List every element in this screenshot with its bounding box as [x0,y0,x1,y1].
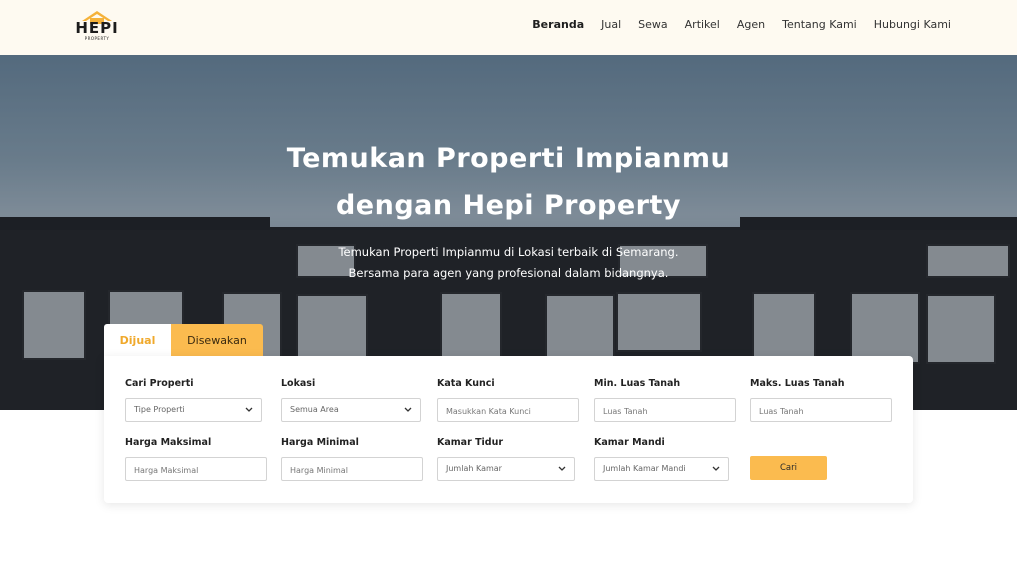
hero-subtitle-line2: Bersama para agen yang profesional dalam… [348,266,669,280]
chevron-down-icon [558,466,566,471]
search-button[interactable]: Cari [750,456,827,480]
tab-disewakan[interactable]: Disewakan [171,324,263,356]
logo-text: HEPI [75,19,119,37]
bedroom-select[interactable]: Jumlah Kamar [437,457,575,481]
logo-subtext: PROPERTY [84,36,110,41]
chevron-down-icon [404,407,412,412]
maks-luas-label: Maks. Luas Tanah [750,378,845,389]
kamar-mandi-label: Kamar Mandi [594,437,665,448]
hero-subtitle: Temukan Properti Impianmu di Lokasi terb… [0,242,1017,284]
property-type-value: Tipe Properti [134,405,185,414]
min-area-input[interactable] [595,400,735,423]
lokasi-label: Lokasi [281,378,316,389]
field-cari-properti: Cari Properti Tipe Properti [125,378,262,422]
field-harga-maksimal: Harga Maksimal [125,437,267,482]
nav-jual[interactable]: Jual [601,18,621,31]
field-kata-kunci: Kata Kunci [437,378,579,423]
bathroom-select[interactable]: Jumlah Kamar Mandi [594,457,729,481]
harga-minimal-label: Harga Minimal [281,437,359,448]
kata-kunci-label: Kata Kunci [437,378,495,389]
min-price-input[interactable] [282,459,422,482]
field-kamar-tidur: Kamar Tidur Jumlah Kamar [437,437,575,481]
field-min-luas: Min. Luas Tanah [594,378,736,423]
chevron-down-icon [712,466,720,471]
navbar: HEPI PROPERTY Beranda Jual Sewa Artikel … [0,0,1017,55]
max-area-input-wrapper [750,398,892,423]
location-value: Semua Area [290,405,339,414]
nav-beranda[interactable]: Beranda [532,18,584,31]
tab-dijual[interactable]: Dijual [104,324,171,356]
max-price-input[interactable] [126,459,266,482]
keyword-input[interactable] [438,400,578,423]
kamar-tidur-label: Kamar Tidur [437,437,504,448]
bedroom-value: Jumlah Kamar [446,464,502,473]
field-lokasi: Lokasi Semua Area [281,378,421,422]
min-luas-label: Min. Luas Tanah [594,378,681,389]
search-panel: Cari Properti Tipe Properti Lokasi Semua… [104,356,913,503]
main-nav: Beranda Jual Sewa Artikel Agen Tentang K… [532,18,951,31]
nav-agen[interactable]: Agen [737,18,765,31]
keyword-input-wrapper [437,398,579,423]
search-tabs: Dijual Disewakan [104,324,263,356]
cari-properti-label: Cari Properti [125,378,194,389]
nav-hubungi-kami[interactable]: Hubungi Kami [874,18,951,31]
min-price-input-wrapper [281,457,423,482]
max-area-input[interactable] [751,400,891,423]
chevron-down-icon [245,407,253,412]
bathroom-value: Jumlah Kamar Mandi [603,464,686,473]
harga-maksimal-label: Harga Maksimal [125,437,212,448]
nav-sewa[interactable]: Sewa [638,18,668,31]
nav-tentang-kami[interactable]: Tentang Kami [782,18,857,31]
field-harga-minimal: Harga Minimal [281,437,423,482]
hero-subtitle-line1: Temukan Properti Impianmu di Lokasi terb… [338,245,679,259]
hero-title-line1: Temukan Properti Impianmu [286,143,731,174]
location-select[interactable]: Semua Area [281,398,421,422]
max-price-input-wrapper [125,457,267,482]
property-type-select[interactable]: Tipe Properti [125,398,262,422]
field-maks-luas: Maks. Luas Tanah [750,378,892,423]
logo[interactable]: HEPI PROPERTY [74,10,120,42]
hero-title-line2: dengan Hepi Property [335,190,682,221]
hero-title: Temukan Properti Impianmu dengan Hepi Pr… [0,135,1017,229]
nav-artikel[interactable]: Artikel [685,18,720,31]
field-kamar-mandi: Kamar Mandi Jumlah Kamar Mandi [594,437,729,481]
min-area-input-wrapper [594,398,736,423]
